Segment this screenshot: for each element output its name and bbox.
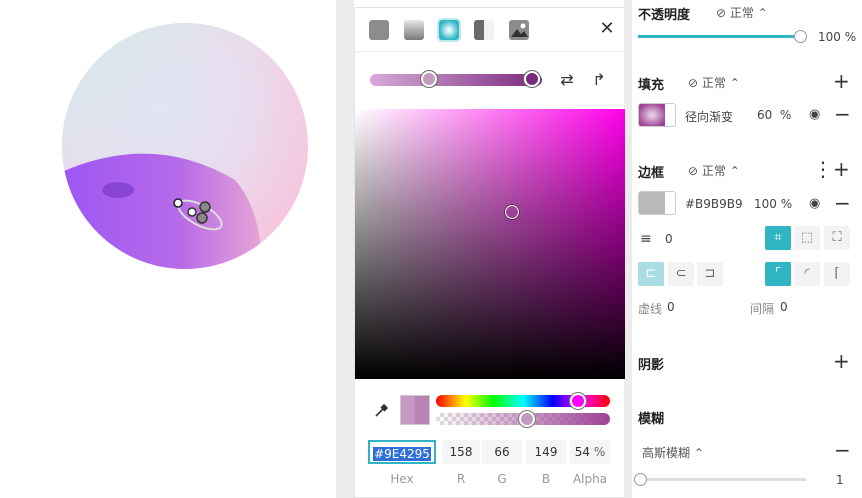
gradient-stop-handle[interactable] (196, 212, 208, 224)
fill-opacity-value[interactable]: 60 % (757, 108, 791, 122)
dash-label: 虚线 (638, 302, 663, 316)
panel-divider (624, 0, 632, 498)
opacity-blend-select[interactable]: ⊘ 正常 ⌃ (716, 4, 768, 21)
blue-label: B (541, 472, 551, 486)
gradient-stop-handle[interactable] (199, 201, 211, 213)
radial-gradient-icon[interactable] (439, 20, 459, 40)
gradient-handle[interactable] (187, 207, 197, 217)
linear-gradient-icon[interactable] (404, 20, 424, 40)
more-options-icon[interactable]: ⋮ (813, 159, 833, 179)
cap-round-button[interactable]: ⊂ (668, 262, 694, 286)
color-preview-swatch (400, 395, 430, 425)
gap-value[interactable]: 0 (780, 300, 788, 314)
shadow-title: 阴影 (638, 358, 665, 373)
remove-blur-icon[interactable]: − (834, 440, 851, 460)
stroke-blend-select[interactable]: ⊘ 正常 ⌃ (688, 162, 740, 179)
swap-icon[interactable]: ⇄ (557, 70, 577, 90)
green-label: G (497, 472, 507, 486)
eye-icon[interactable]: ◉ (809, 107, 820, 122)
rotate-icon[interactable]: ↱ (589, 70, 609, 90)
chevron-updown-icon: ⌃ (729, 76, 740, 90)
opacity-slider-track[interactable] (638, 35, 802, 38)
join-miter-button[interactable]: ⌜ (765, 262, 791, 286)
saturation-value-area[interactable] (355, 109, 625, 379)
close-icon[interactable]: ✕ (597, 19, 617, 39)
canvas-divider (336, 0, 354, 498)
hue-slider-thumb[interactable] (570, 393, 586, 409)
remove-fill-icon[interactable]: − (834, 104, 851, 124)
gradient-stops-bar[interactable] (370, 74, 542, 86)
stroke-outside-button[interactable]: ⛶ (824, 226, 850, 250)
add-shadow-icon[interactable]: + (833, 351, 850, 371)
opacity-slider-thumb[interactable] (794, 30, 807, 43)
canvas-artwork[interactable] (0, 0, 336, 498)
blur-type-select[interactable]: 高斯模糊 ⌃ (642, 444, 704, 461)
alpha-label: Alpha (572, 472, 608, 486)
red-label: R (456, 472, 466, 486)
blur-value[interactable]: 1 (836, 473, 844, 487)
blue-input[interactable]: 149 (526, 440, 566, 464)
blur-slider-track[interactable] (638, 478, 806, 481)
stroke-width-icon: ≡ (640, 231, 652, 247)
fill-title: 填充 (638, 78, 665, 93)
cap-butt-button[interactable]: ⊏ (638, 262, 664, 286)
cap-square-button[interactable]: ⊐ (697, 262, 723, 286)
blend-icon: ⊘ (688, 164, 699, 178)
opacity-value[interactable]: 100 % (818, 30, 856, 44)
properties-panel: 不透明度 ⊘ 正常 ⌃ 100 % 填充 ⊘ 正常 ⌃ + 径向渐变 60 % … (632, 0, 862, 498)
fill-blend-select[interactable]: ⊘ 正常 ⌃ (688, 74, 740, 91)
eyedropper-icon[interactable] (373, 401, 391, 419)
design-canvas[interactable] (0, 0, 336, 498)
color-picker-popover: ✕ ⇄ ↱ #9E4295 158 66 149 54 % Hex R G B … (354, 7, 625, 498)
fill-type-label[interactable]: 径向渐变 (685, 108, 733, 125)
alpha-input[interactable]: 54 % (570, 440, 610, 464)
stroke-inside-button[interactable]: ⌗ (765, 226, 791, 250)
remove-stroke-icon[interactable]: − (834, 193, 851, 213)
blend-icon: ⊘ (688, 76, 699, 90)
stroke-swatch[interactable] (638, 191, 676, 215)
angular-gradient-icon[interactable] (474, 20, 494, 40)
add-stroke-icon[interactable]: + (833, 159, 850, 179)
blur-slider-thumb[interactable] (634, 473, 647, 486)
stroke-center-button[interactable]: ⬚ (794, 226, 820, 250)
saturation-cursor[interactable] (505, 205, 519, 219)
image-fill-icon[interactable] (509, 20, 529, 40)
fill-swatch[interactable] (638, 103, 676, 127)
add-fill-icon[interactable]: + (833, 71, 850, 91)
chevron-updown-icon: ⌃ (757, 6, 768, 20)
red-input[interactable]: 158 (442, 440, 480, 464)
opacity-title: 不透明度 (638, 8, 691, 23)
stroke-color-hex[interactable]: #B9B9B9 (685, 197, 743, 211)
hex-input[interactable]: #9E4295 (368, 440, 436, 464)
gap-label: 间隔 (750, 302, 775, 316)
stroke-opacity-value[interactable]: 100 % (754, 197, 792, 211)
gradient-stop-right[interactable] (524, 71, 540, 87)
stroke-title: 边框 (638, 166, 665, 181)
chevron-updown-icon: ⌃ (729, 164, 740, 178)
blend-icon: ⊘ (716, 6, 727, 20)
fill-type-bar: ✕ (355, 8, 625, 52)
alpha-slider-thumb[interactable] (519, 411, 535, 427)
solid-fill-icon[interactable] (369, 20, 389, 40)
chevron-updown-icon: ⌃ (693, 446, 704, 460)
eye-icon[interactable]: ◉ (809, 196, 820, 211)
join-round-button[interactable]: ◜ (794, 262, 820, 286)
hex-label: Hex (390, 472, 414, 486)
stroke-width-value[interactable]: 0 (665, 232, 673, 246)
join-bevel-button[interactable]: ⌈ (824, 262, 850, 286)
green-input[interactable]: 66 (482, 440, 522, 464)
dash-value[interactable]: 0 (667, 300, 675, 314)
blur-title: 模糊 (638, 412, 665, 427)
gradient-center-handle[interactable] (173, 198, 183, 208)
gradient-stop-left[interactable] (421, 71, 437, 87)
